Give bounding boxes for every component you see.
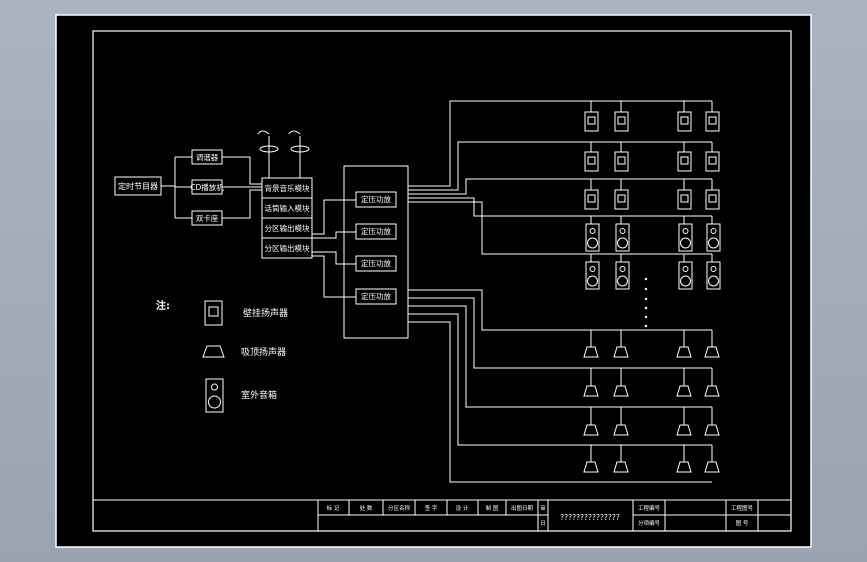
legend-wall-label: 壁挂扬声器 [243, 307, 288, 319]
tb-zone: 分区名称 [388, 504, 411, 512]
zone-out-2-label: 分区输出模块 [265, 243, 310, 253]
cd-label: CD播放机 [190, 182, 224, 192]
drawing-sheet [55, 14, 812, 548]
tb-count: 处 数 [360, 504, 373, 512]
tb-design: 设 计 [456, 504, 469, 512]
tuner-label: 调谐器 [196, 152, 219, 162]
tb-drawing: 工程图号 [731, 504, 754, 512]
tb-check: 审 [540, 504, 546, 512]
tb-day: 日 [540, 520, 546, 527]
amp-1-label: 定压功放 [361, 194, 391, 204]
amp-2-label: 定压功放 [361, 226, 391, 236]
tb-draw: 制 图 [486, 504, 499, 512]
tb-sheet: 图 号 [736, 519, 749, 527]
tb-sign: 签 字 [425, 504, 438, 512]
zone-out-1-label: 分区输出模块 [265, 223, 310, 233]
tape-label: 双卡座 [196, 213, 219, 223]
tb-mark: 标 记 [327, 504, 340, 512]
amp-4-label: 定压功放 [361, 291, 391, 301]
cad-viewport: 定时节目器 调谐器 CD播放机 双卡座 背景音乐模块 话筒输入模块 分区输出模块… [0, 0, 867, 562]
tb-date: 出图日期 [511, 504, 534, 512]
amp-3-label: 定压功放 [361, 258, 391, 268]
timer-label: 定时节目器 [118, 181, 158, 191]
voice-in-label: 话筒输入模块 [265, 203, 310, 213]
legend-ceiling-label: 吸顶扬声器 [241, 346, 286, 358]
drawing-canvas: 定时节目器 调谐器 CD播放机 双卡座 背景音乐模块 话筒输入模块 分区输出模块… [55, 14, 812, 548]
tb-project: ??????????????? [560, 513, 620, 522]
tb-eng-no: 工程编号 [638, 504, 661, 512]
legend-outdoor-label: 室外音箱 [241, 389, 277, 401]
bg-music-label: 背景音乐模块 [265, 183, 310, 193]
tb-item-no: 分项编号 [638, 519, 661, 527]
legend-note: 注: [156, 299, 170, 312]
